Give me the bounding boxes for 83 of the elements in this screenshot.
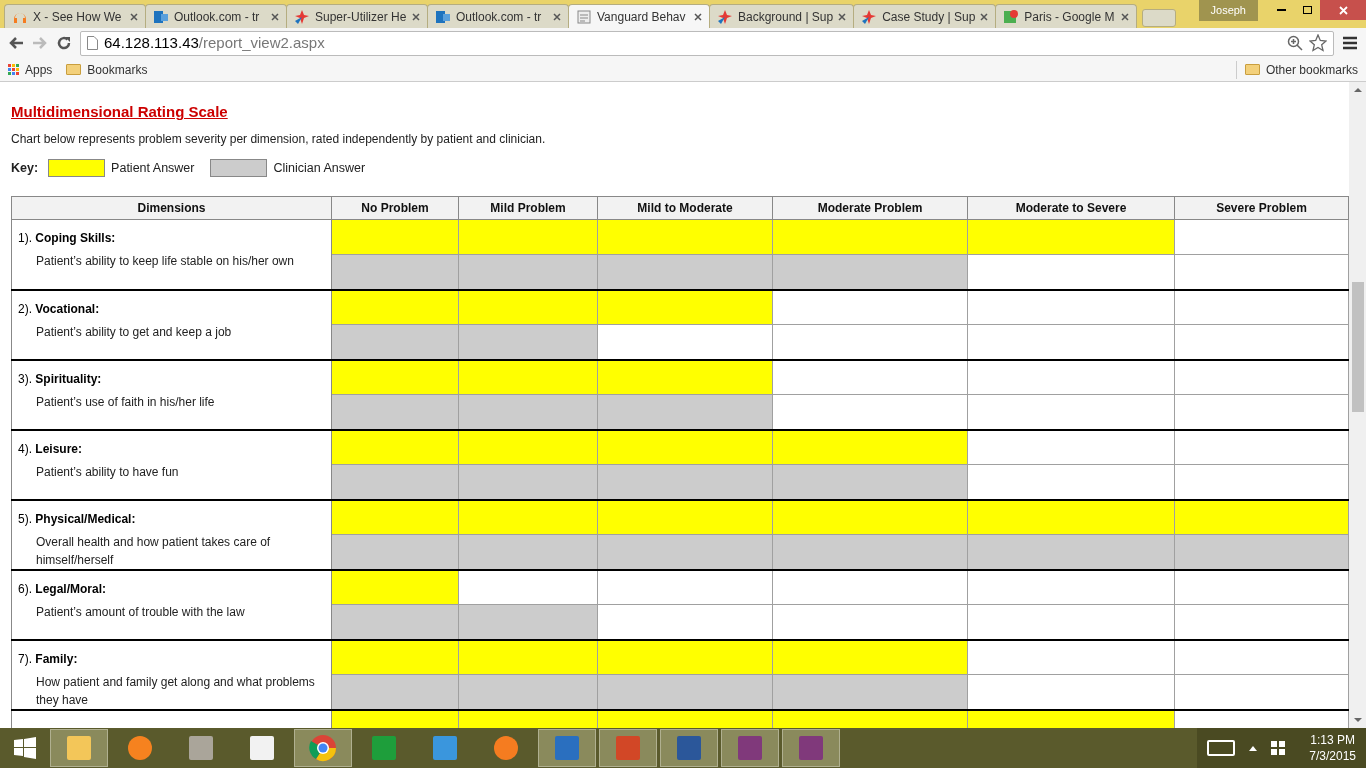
page-icon (87, 36, 98, 50)
keyboard-icon[interactable] (1207, 740, 1236, 756)
legend-label: Patient Answer (111, 159, 195, 177)
dimension-name: 1). Coping Skills: (18, 231, 116, 246)
column-header: Moderate to Severe (967, 196, 1175, 220)
clock-time[interactable]: 1:13 PM (1310, 732, 1355, 748)
caret-icon[interactable] (1249, 745, 1258, 751)
column-header: Mild to Moderate (597, 196, 773, 220)
legend-label: Clinician Answer (273, 159, 366, 177)
taskbar-button[interactable] (782, 729, 840, 767)
key-label: Key: (11, 159, 39, 177)
dimension-name: 5). Physical/Medical: (18, 511, 136, 526)
dimension-description: Patient’s use of faith in his/her life (35, 393, 216, 411)
dimension-description: Overall health and how patient takes care of himself/herself (35, 533, 272, 569)
dimension-name: 2). Vocational: (18, 301, 100, 316)
dimension-name: 7). Family: (18, 651, 78, 666)
dimension-name: 4). Leisure: (18, 441, 83, 456)
column-header: Moderate Problem (772, 196, 968, 220)
chrome-icon[interactable] (308, 733, 338, 763)
taskbar-button[interactable] (660, 729, 718, 767)
dimension-description: Patient’s amount of trouble with the law (35, 603, 246, 621)
clinician-swatch (210, 158, 268, 177)
browser-tab[interactable]: Background | Sup (709, 4, 855, 28)
tab-title: Paris - Google M (1024, 8, 1116, 26)
browser-tab[interactable]: Outlook.com - tr (145, 4, 287, 28)
close-icon[interactable] (694, 12, 702, 21)
page-title: Multidimensional Rating Scale (11, 102, 229, 122)
intro-text: Chart below represents problem severity per dimension, rated independently by patient and clinician. (11, 130, 547, 148)
patient-swatch (48, 158, 106, 177)
dimension-description: Patient’s ability to have fun (35, 463, 180, 481)
browser-tab[interactable]: Outlook.com - tr (427, 4, 569, 28)
column-header: Severe Problem (1174, 196, 1349, 220)
star-icon (717, 8, 733, 25)
browser-tab[interactable]: Paris - Google M (995, 4, 1138, 28)
address-bar[interactable]: 64.128.113.43/report_view2.aspx (80, 30, 1334, 56)
close-icon[interactable] (838, 12, 847, 21)
close-icon[interactable] (412, 12, 420, 21)
dimension-name: 3). Spirituality: (18, 371, 102, 386)
clock-date[interactable]: 7/3/2015 (1309, 748, 1356, 764)
star-icon (861, 8, 878, 25)
scroll-up-icon[interactable] (1353, 86, 1362, 94)
taskbar-button[interactable] (721, 729, 779, 767)
windows-icon[interactable] (1271, 741, 1286, 755)
column-header: Mild Problem (458, 196, 598, 220)
scroll-thumb[interactable] (1351, 282, 1364, 412)
column-header: Dimensions (11, 196, 332, 220)
dimension-description: Patient’s ability to keep life stable on his/her own (35, 253, 295, 271)
tab-title: Vanguard Behav (597, 8, 687, 26)
dimension-description: Patient’s ability to get and keep a job (35, 323, 233, 341)
browser-tab[interactable]: Vanguard Behav (568, 4, 710, 28)
other-bookmarks-folder[interactable]: Other bookmarks (1235, 60, 1358, 79)
menu-icon[interactable] (1342, 36, 1358, 50)
close-button[interactable] (1320, 0, 1366, 20)
dimension-description: How patient and family get along and what problems they have (35, 673, 316, 709)
tab-title: Background | Sup (738, 8, 834, 26)
scrollbar[interactable] (1349, 82, 1366, 728)
reload-icon[interactable] (56, 35, 72, 51)
zoom-icon[interactable] (1287, 35, 1303, 51)
close-icon[interactable] (553, 12, 561, 21)
close-icon[interactable] (980, 12, 989, 21)
taskbar-button[interactable] (294, 729, 352, 767)
browser-tab[interactable]: Case Study | Sup (853, 4, 997, 28)
close-icon (1338, 5, 1348, 15)
url-text: 64.128.113.43/report_view2.aspx (104, 32, 326, 53)
dimension-name: 6). Legal/Moral: (18, 581, 107, 596)
tab-title: Case Study | Sup (882, 8, 976, 26)
bookmarks-folder[interactable]: Bookmarks (66, 60, 148, 79)
tab-title: X - See How We (33, 8, 123, 26)
star-icon[interactable] (1309, 34, 1327, 52)
tab-title: Outlook.com - tr (174, 8, 261, 26)
close-icon[interactable] (130, 12, 138, 21)
column-header: No Problem (331, 196, 459, 220)
apps-bookmark[interactable]: Apps (8, 60, 53, 79)
browser-tab[interactable]: X - See How We (4, 4, 146, 28)
browser-tab[interactable]: Super-Utilizer He (286, 4, 428, 28)
close-icon[interactable] (271, 12, 279, 21)
scroll-down-icon[interactable] (1353, 716, 1362, 724)
back-icon[interactable] (8, 36, 24, 50)
forward-icon[interactable] (32, 36, 48, 50)
tab-title: Outlook.com - tr (456, 8, 543, 26)
tab-title: Super-Utilizer He (315, 8, 407, 26)
star-icon (294, 8, 310, 25)
close-icon[interactable] (1121, 12, 1130, 21)
